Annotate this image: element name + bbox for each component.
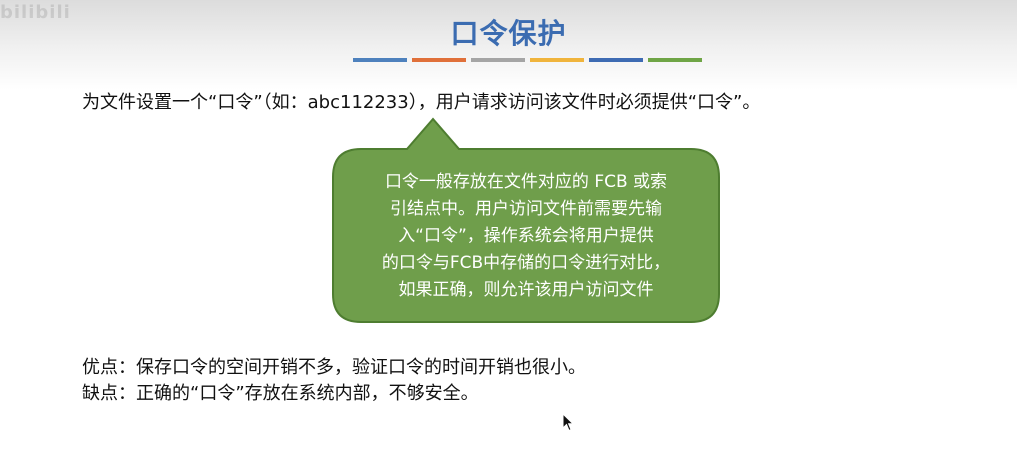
callout-line: 入“口令”，操作系统会将用户提供 — [398, 226, 654, 246]
title-underline-bars — [353, 58, 702, 62]
title-bar-4 — [530, 58, 584, 62]
title-bar-5 — [589, 58, 643, 62]
callout-text: 口令一般存放在文件对应的 FCB 或索 引结点中。用户访问文件前需要先输 入“口… — [341, 169, 711, 304]
callout-line: 的口令与FCB中存储的口令进行对比， — [381, 253, 671, 273]
title-bar-3 — [471, 58, 525, 62]
title-bar-6 — [648, 58, 702, 62]
title-bar-1 — [353, 58, 407, 62]
mouse-cursor-icon — [562, 413, 575, 432]
callout-line: 引结点中。用户访问文件前需要先输 — [390, 199, 662, 219]
pros-cons-list: 优点：保存口令的空间开销不多，验证口令的时间开销也很小。 缺点：正确的“口令”存… — [82, 355, 586, 407]
callout-line: 如果正确，则允许该用户访问文件 — [398, 280, 654, 300]
slide-title: 口令保护 — [450, 17, 567, 50]
cons-text: 缺点：正确的“口令”存放在系统内部，不够安全。 — [82, 383, 479, 404]
callout-bubble: 口令一般存放在文件对应的 FCB 或索 引结点中。用户访问文件前需要先输 入“口… — [331, 117, 721, 323]
pros-text: 优点：保存口令的空间开销不多，验证口令的时间开销也很小。 — [82, 357, 586, 378]
callout-line: 口令一般存放在文件对应的 FCB 或索 — [384, 172, 668, 192]
password-statement: 为文件设置一个“口令”（如：abc112233），用户请求访问该文件时必须提供“… — [82, 92, 761, 113]
title-bar-2 — [412, 58, 466, 62]
